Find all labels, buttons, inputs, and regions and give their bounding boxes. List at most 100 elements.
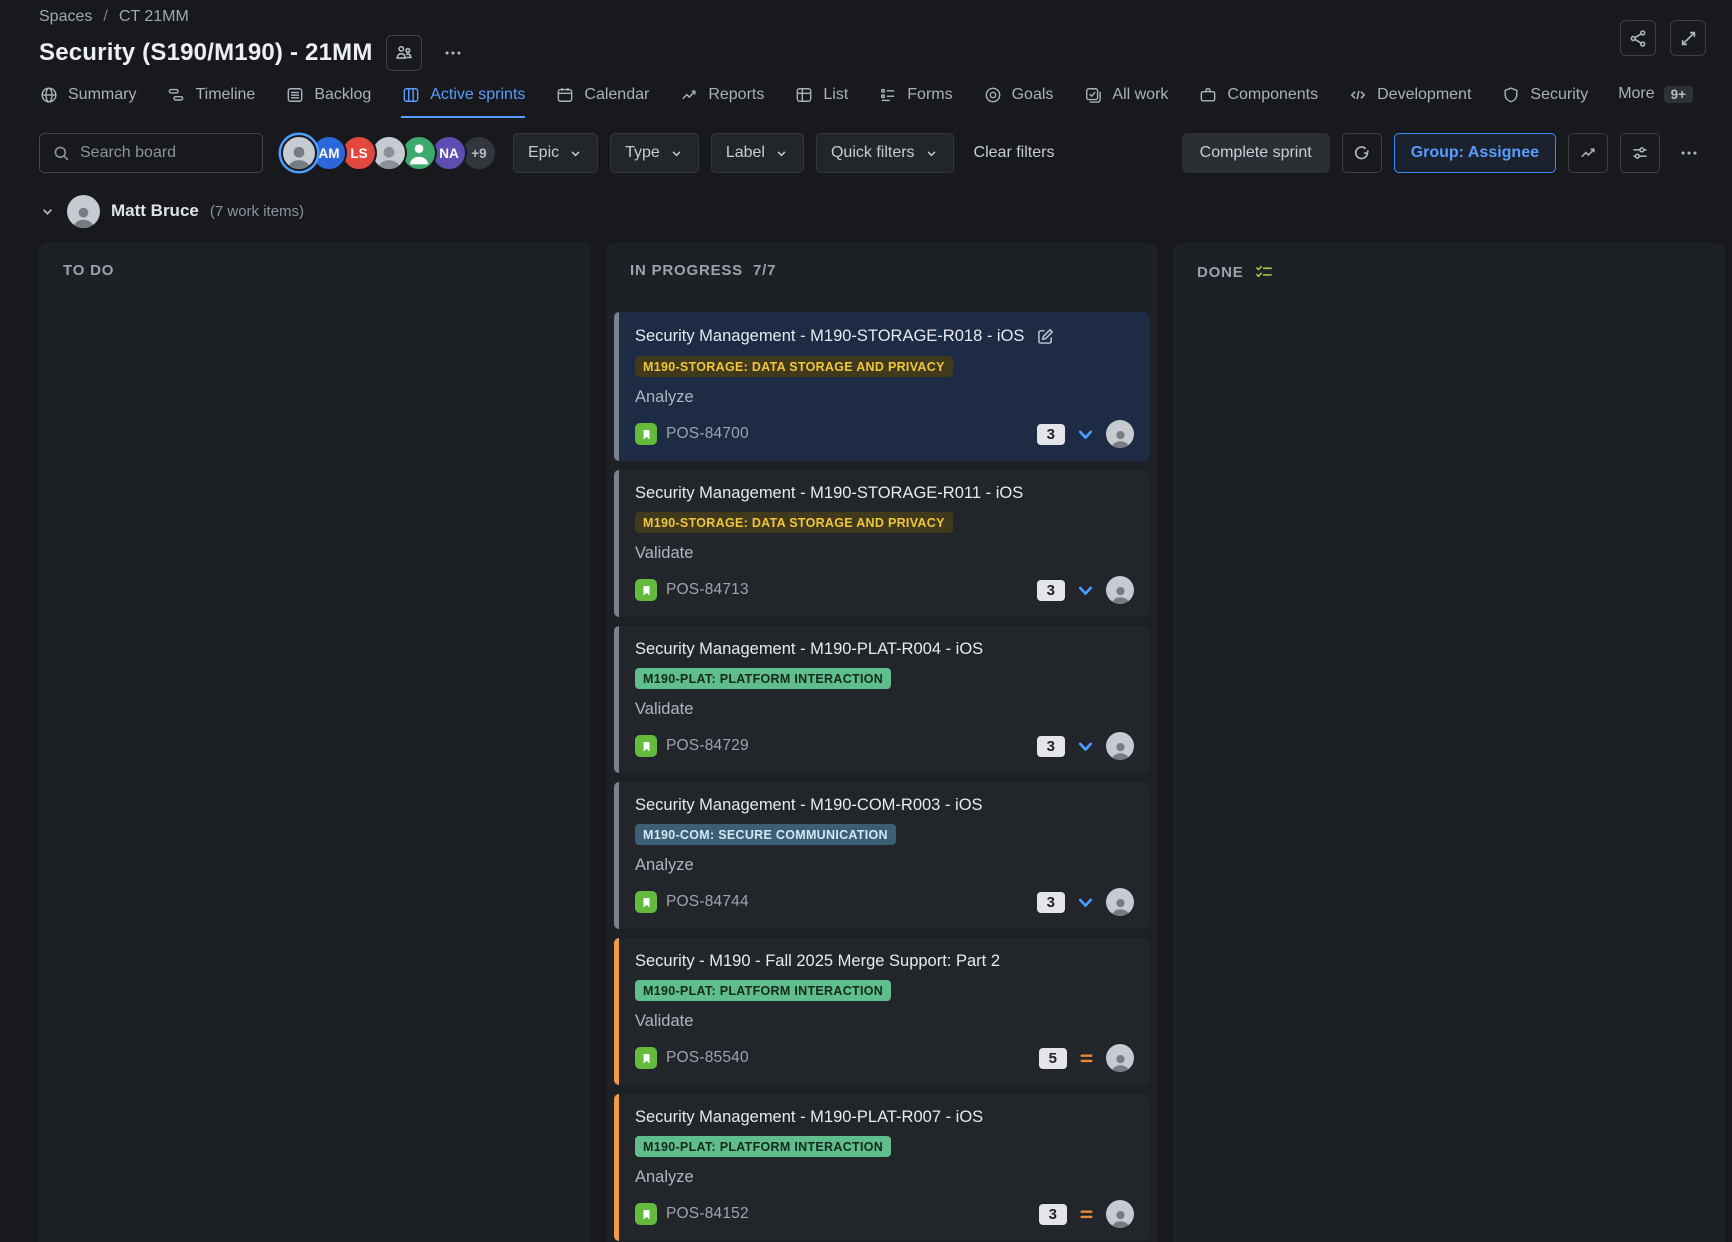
search-board[interactable] (39, 133, 263, 173)
card-status: Analyze (635, 856, 1134, 875)
card-key[interactable]: POS-84744 (666, 893, 749, 911)
person-icon (374, 143, 404, 169)
tab-active-sprints[interactable]: Active sprints (401, 85, 525, 118)
page-header: Spaces / CT 21MM Security (S190/M190) - … (0, 0, 1732, 71)
clear-filters-button[interactable]: Clear filters (974, 144, 1055, 162)
work-item-card[interactable]: Security - M190 - Fall 2025 Merge Suppor… (614, 938, 1150, 1085)
breadcrumb-spaces[interactable]: Spaces (39, 8, 92, 26)
card-key[interactable]: POS-85540 (666, 1049, 749, 1067)
assignee-avatar[interactable] (1106, 732, 1134, 760)
epic-label[interactable]: M190-PLAT: PLATFORM INTERACTION (635, 668, 891, 689)
epic-label[interactable]: M190-COM: SECURE COMMUNICATION (635, 824, 896, 845)
person-icon (1109, 428, 1132, 448)
globe-icon (39, 85, 59, 105)
tab-list[interactable]: List (794, 85, 848, 118)
tab-goals[interactable]: Goals (983, 85, 1054, 118)
label-filter-button[interactable]: Label (711, 133, 804, 173)
column-todo-cards (39, 287, 591, 320)
list-icon (794, 85, 814, 105)
work-item-card[interactable]: Security Management - M190-PLAT-R007 - i… (614, 1094, 1150, 1241)
title-more-button[interactable] (435, 35, 471, 71)
sliders-icon (1630, 143, 1650, 163)
column-todo: TO DO (39, 243, 591, 1242)
assignee-avatar[interactable] (1106, 888, 1134, 916)
tab-components[interactable]: Components (1198, 85, 1318, 118)
column-done: DONE (1173, 243, 1725, 1242)
avatar-user-1[interactable] (281, 135, 317, 171)
work-item-card[interactable]: Security Management - M190-PLAT-R004 - i… (614, 626, 1150, 773)
estimate-badge: 5 (1039, 1048, 1067, 1069)
tab-summary[interactable]: Summary (39, 85, 136, 118)
card-key[interactable]: POS-84713 (666, 581, 749, 599)
card-status: Validate (635, 1012, 1134, 1031)
person-icon (284, 143, 314, 169)
breadcrumb-separator: / (103, 8, 107, 26)
estimate-badge: 3 (1037, 424, 1065, 445)
tab-development[interactable]: Development (1348, 85, 1471, 118)
priority-low-icon (1075, 424, 1096, 445)
tab-backlog[interactable]: Backlog (285, 85, 371, 118)
column-todo-title: TO DO (63, 262, 114, 279)
all-work-icon (1083, 85, 1103, 105)
work-item-card[interactable]: Security Management - M190-COM-R003 - iO… (614, 782, 1150, 929)
story-type-icon (635, 735, 657, 757)
share-button[interactable] (1620, 20, 1656, 56)
board-icon (401, 85, 421, 105)
work-item-card[interactable]: Security Management - M190-STORAGE-R018 … (614, 312, 1150, 461)
assignee-avatar[interactable] (1106, 1200, 1134, 1228)
epic-filter-button[interactable]: Epic (513, 133, 598, 173)
work-item-card[interactable]: Security Management - M190-STORAGE-R011 … (614, 470, 1150, 617)
card-key[interactable]: POS-84152 (666, 1205, 749, 1223)
group-by-button[interactable]: Group: Assignee (1394, 133, 1556, 173)
tab-security[interactable]: Security (1501, 85, 1588, 118)
board-toolbar: AM LS NA +9 Epic Type Label Quick filter… (0, 133, 1732, 173)
fullscreen-button[interactable] (1670, 20, 1706, 56)
checklist-icon (1254, 262, 1274, 282)
type-filter-button[interactable]: Type (610, 133, 699, 173)
tab-more[interactable]: More 9+ (1618, 85, 1693, 116)
epic-label[interactable]: M190-PLAT: PLATFORM INTERACTION (635, 980, 891, 1001)
edit-icon[interactable] (1035, 326, 1056, 347)
epic-label[interactable]: M190-PLAT: PLATFORM INTERACTION (635, 1136, 891, 1157)
tab-timeline[interactable]: Timeline (166, 85, 255, 118)
toolbar-more-button[interactable] (1672, 133, 1706, 173)
assignee-avatar[interactable] (1106, 420, 1134, 448)
more-ellipsis-icon (1678, 142, 1700, 164)
tab-all-work[interactable]: All work (1083, 85, 1168, 118)
goals-icon (983, 85, 1003, 105)
expand-icon (1678, 28, 1699, 49)
assignee-avatar[interactable] (1106, 1044, 1134, 1072)
priority-medium-icon (1077, 1205, 1096, 1224)
insights-button[interactable] (1568, 133, 1608, 173)
complete-sprint-button[interactable]: Complete sprint (1182, 133, 1330, 173)
column-in-progress-title: IN PROGRESS (630, 262, 743, 279)
group-count: (7 work items) (210, 203, 304, 220)
assignee-avatars: AM LS NA +9 (281, 135, 491, 171)
chevron-down-icon[interactable] (39, 203, 56, 220)
assignee-avatar[interactable] (1106, 576, 1134, 604)
forms-icon (878, 85, 898, 105)
collaborators-button[interactable] (386, 35, 422, 71)
breadcrumb-project[interactable]: CT 21MM (119, 8, 189, 26)
card-title: Security Management - M190-STORAGE-R011 … (635, 484, 1023, 503)
card-key[interactable]: POS-84700 (666, 425, 749, 443)
epic-label[interactable]: M190-STORAGE: DATA STORAGE AND PRIVACY (635, 356, 953, 377)
tab-calendar[interactable]: Calendar (555, 85, 649, 118)
priority-low-icon (1075, 736, 1096, 757)
story-type-icon (635, 1047, 657, 1069)
card-status: Analyze (635, 388, 1134, 407)
automation-button[interactable] (1342, 133, 1382, 173)
epic-label[interactable]: M190-STORAGE: DATA STORAGE AND PRIVACY (635, 512, 953, 533)
tab-forms[interactable]: Forms (878, 85, 952, 118)
estimate-badge: 3 (1037, 892, 1065, 913)
card-key[interactable]: POS-84729 (666, 737, 749, 755)
components-icon (1198, 85, 1218, 105)
assignee-group-header[interactable]: Matt Bruce (7 work items) (39, 193, 1732, 229)
shield-icon (1501, 85, 1521, 105)
view-tabs: Summary Timeline Backlog Active sprints … (0, 85, 1732, 118)
quick-filters-button[interactable]: Quick filters (816, 133, 954, 173)
tab-reports[interactable]: Reports (679, 85, 764, 118)
view-settings-button[interactable] (1620, 133, 1660, 173)
search-input[interactable] (80, 144, 230, 162)
story-type-icon (635, 423, 657, 445)
